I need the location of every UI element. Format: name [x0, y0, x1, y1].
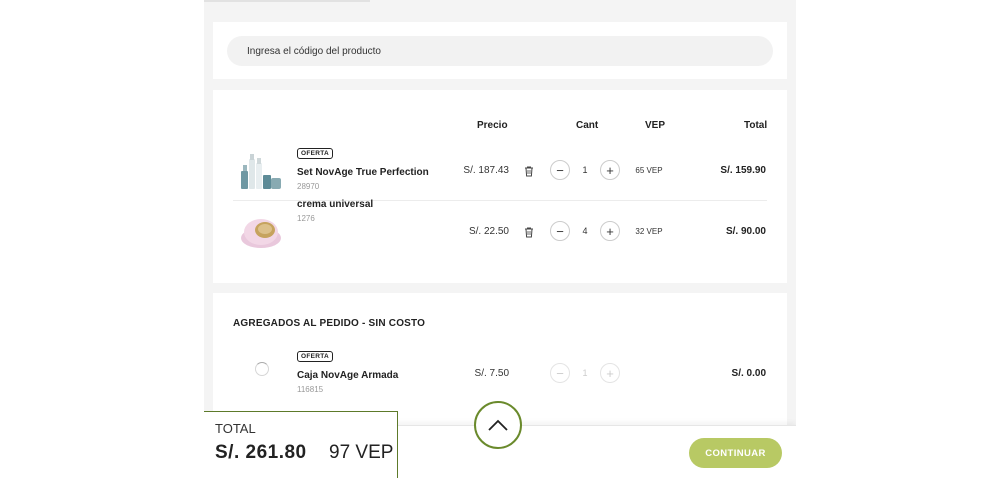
extras-section-title: AGREGADOS AL PEDIDO - SIN COSTO: [233, 318, 426, 329]
top-tab-indicator: [204, 0, 370, 2]
increase-qty-button[interactable]: +: [600, 221, 620, 241]
line-total: S/. 0.00: [731, 368, 766, 379]
header-total: Total: [744, 120, 768, 131]
trash-icon[interactable]: [523, 226, 535, 238]
cart-items-card: Precio Cant VEP Total OFERTA Set NovAge …: [213, 90, 787, 283]
decrease-qty-button[interactable]: −: [550, 160, 570, 180]
offer-badge: OFERTA: [297, 148, 334, 159]
chevron-up-icon: [488, 419, 508, 431]
product-code: 116815: [297, 385, 324, 394]
total-vep: 97 VEP: [329, 442, 394, 463]
offer-badge: OFERTA: [297, 351, 334, 362]
header-qty: Cant: [576, 120, 599, 131]
spinner-icon: [255, 362, 269, 376]
header-vep: VEP: [645, 120, 666, 131]
product-price: S/. 7.50: [474, 368, 509, 379]
product-image: [241, 219, 281, 248]
product-price: S/. 22.50: [468, 226, 509, 237]
cart-row: OFERTA Set NovAge True Perfection 28970 …: [233, 141, 767, 201]
increase-qty-button: +: [600, 363, 620, 383]
product-code: 28970: [297, 182, 320, 191]
line-total: S/. 159.90: [720, 165, 766, 176]
order-total-box: TOTAL S/. 261.80 97 VEP: [204, 411, 398, 478]
product-name[interactable]: Set NovAge True Perfection: [297, 167, 429, 178]
total-amount: S/. 261.80: [215, 442, 307, 463]
trash-icon[interactable]: [523, 165, 535, 177]
scroll-up-button[interactable]: [474, 401, 522, 449]
continue-button[interactable]: CONTINUAR: [689, 438, 782, 468]
vep-value: 65 VEP: [635, 166, 663, 175]
header-price: Precio: [477, 120, 508, 131]
cart-row: crema universal 1276 S/. 22.50 − 4 + 32 …: [233, 199, 767, 262]
product-search-card: [213, 22, 787, 79]
decrease-qty-button: −: [550, 363, 570, 383]
quantity-value: 1: [582, 368, 588, 378]
product-image: [241, 154, 281, 189]
product-name[interactable]: Caja NovAge Armada: [297, 370, 398, 381]
product-name[interactable]: crema universal: [297, 199, 373, 210]
line-total: S/. 90.00: [725, 226, 766, 237]
quantity-value: 1: [582, 165, 588, 175]
product-code-input[interactable]: [227, 36, 773, 66]
total-label: TOTAL: [215, 421, 256, 436]
decrease-qty-button[interactable]: −: [550, 221, 570, 241]
vep-value: 32 VEP: [635, 227, 663, 236]
product-price: S/. 187.43: [463, 165, 509, 176]
increase-qty-button[interactable]: +: [600, 160, 620, 180]
extras-row: OFERTA Caja NovAge Armada 116815 S/. 7.5…: [233, 349, 767, 409]
product-code: 1276: [297, 214, 315, 223]
quantity-value: 4: [582, 226, 588, 236]
